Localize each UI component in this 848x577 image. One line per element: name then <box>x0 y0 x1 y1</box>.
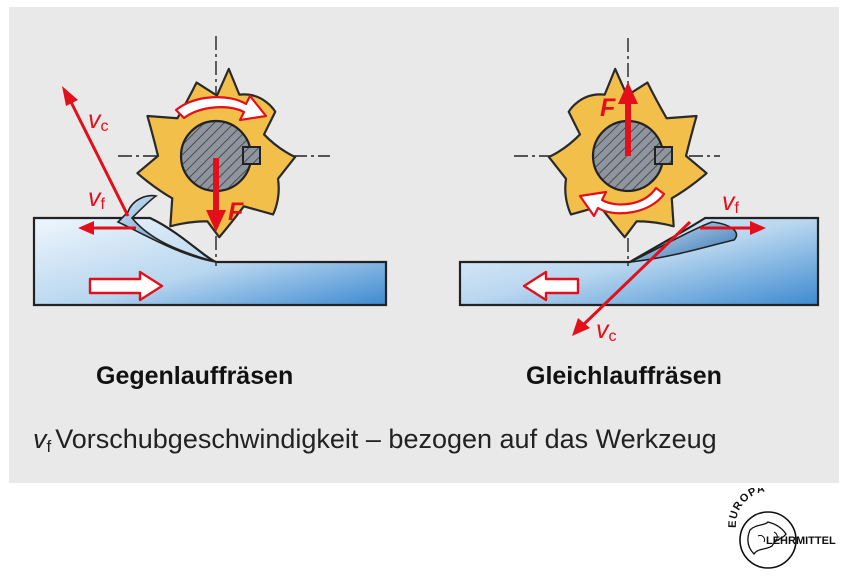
left-force-label: F <box>228 198 244 226</box>
left-vc-label: vc <box>88 106 109 135</box>
left-diagram <box>32 36 388 307</box>
left-key <box>242 146 261 165</box>
logo-right-text: LEHRMITTEL <box>766 535 836 547</box>
caption-gegenlauf: Gegenlauffräsen <box>96 362 294 390</box>
right-vf-label: vf <box>722 188 740 217</box>
caption-gleichlauf: Gleichlauffräsen <box>526 362 722 390</box>
right-key <box>654 146 673 165</box>
legend-symbol: v <box>33 424 47 454</box>
left-vf-label: vf <box>88 184 106 213</box>
right-vc-label: vc <box>596 316 617 345</box>
legend: vf Vorschubgeschwindigkeit – bezogen auf … <box>33 424 717 457</box>
milling-diagram: vc vf F vc vf F <box>32 36 820 345</box>
right-force-label: F <box>600 94 616 122</box>
europa-lehrmittel-logo: EUROPA LEHRMITTEL <box>727 488 836 569</box>
legend-subscript: f <box>46 437 52 456</box>
right-diagram <box>458 38 820 336</box>
legend-text: Vorschubgeschwindigkeit – bezogen auf da… <box>55 424 717 454</box>
left-vc-arrow <box>62 86 78 106</box>
